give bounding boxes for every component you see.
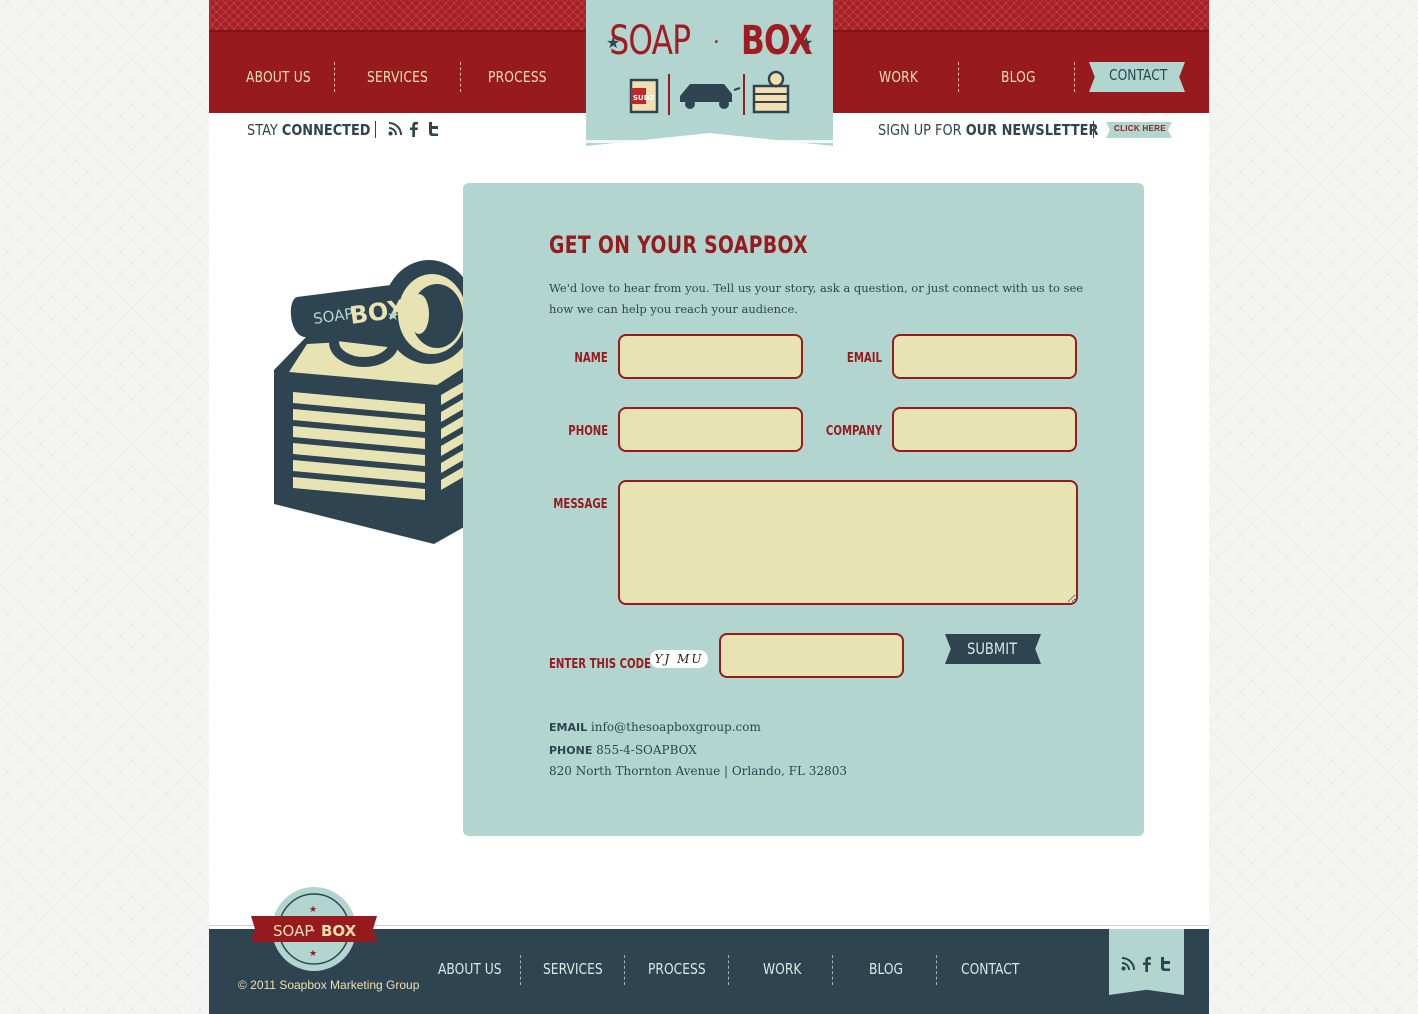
footer-nav-contact[interactable]: CONTACT bbox=[961, 960, 1019, 978]
footer-logo[interactable]: SOAP · BOX ★ ★ bbox=[249, 886, 379, 974]
submit-button[interactable]: SUBMIT bbox=[945, 634, 1041, 664]
footer-nav-divider bbox=[624, 955, 625, 985]
intro-text: We'd love to hear from you. Tell us your… bbox=[549, 281, 1084, 316]
footer-nav-about-us[interactable]: ABOUT US bbox=[438, 960, 502, 978]
email-info-label: EMAIL bbox=[549, 721, 588, 734]
star-icon: ★ bbox=[309, 948, 317, 958]
logo-trim bbox=[586, 140, 833, 143]
captcha-code-field[interactable] bbox=[719, 633, 904, 678]
nav-divider bbox=[334, 62, 335, 92]
logo-word-soap: SOAP bbox=[608, 18, 691, 64]
company-label: COMPANY bbox=[825, 424, 882, 439]
stay-connected-prefix: STAY bbox=[247, 121, 282, 139]
nav-divider bbox=[460, 62, 461, 92]
star-icon: ★ bbox=[309, 904, 317, 914]
twitter-icon[interactable] bbox=[1158, 956, 1172, 972]
logo-wordmark: SOAP · BOX bbox=[586, 18, 833, 64]
email-field[interactable] bbox=[892, 334, 1077, 379]
page: ABOUT US SERVICES PROCESS WORK BLOG CONT… bbox=[209, 0, 1209, 1014]
logo-dot: · bbox=[712, 30, 720, 56]
code-label: ENTER THIS CODE bbox=[549, 657, 652, 672]
nav-process[interactable]: PROCESS bbox=[488, 66, 547, 88]
star-icon: ★ bbox=[387, 307, 400, 323]
soapbox-car-icon bbox=[680, 84, 741, 109]
footer-nav-work[interactable]: WORK bbox=[763, 960, 801, 978]
captcha-image: YJ MU bbox=[650, 650, 708, 668]
divider bbox=[1093, 121, 1094, 138]
twitter-icon[interactable] bbox=[426, 121, 440, 137]
crate-megaphone-icon bbox=[752, 70, 790, 114]
footer-logo-box: BOX bbox=[321, 922, 357, 940]
message-field[interactable] bbox=[618, 480, 1078, 605]
stay-connected-bold: CONNECTED bbox=[281, 121, 371, 139]
contact-email-info: EMAIL info@thesoapboxgroup.com bbox=[549, 720, 761, 734]
divider bbox=[375, 121, 376, 138]
copyright: © 2011 Soapbox Marketing Group bbox=[238, 978, 420, 992]
footer-nav-services[interactable]: SERVICES bbox=[543, 960, 603, 978]
footer-nav-divider bbox=[728, 955, 729, 985]
nav-blog[interactable]: BLOG bbox=[1001, 66, 1036, 88]
newsletter-text: SIGN UP FOR OUR NEWSLETTER bbox=[878, 119, 1098, 141]
nav-work[interactable]: WORK bbox=[879, 66, 918, 88]
newsletter-bold: OUR NEWSLETTER bbox=[965, 121, 1099, 139]
nav-services[interactable]: SERVICES bbox=[367, 66, 428, 88]
nav-about-us[interactable]: ABOUT US bbox=[246, 66, 311, 88]
footer-nav-divider bbox=[832, 955, 833, 985]
email-label: EMAIL bbox=[846, 351, 882, 366]
rss-icon[interactable] bbox=[388, 122, 402, 136]
nav-divider bbox=[1074, 62, 1075, 92]
phone-label: PHONE bbox=[568, 424, 608, 439]
facebook-icon[interactable] bbox=[409, 121, 419, 137]
message-label: MESSAGE bbox=[553, 497, 608, 512]
soap-box-icon: SUDZ bbox=[629, 78, 659, 114]
click-here-label: CLICK HERE bbox=[1114, 124, 1166, 133]
name-field[interactable] bbox=[618, 334, 803, 379]
phone-number: 855-4-SOAPBOX bbox=[596, 743, 697, 757]
footer-logo-dot: · bbox=[311, 922, 316, 940]
company-field[interactable] bbox=[892, 407, 1077, 452]
footer-social-tab bbox=[1109, 929, 1184, 995]
submit-label: SUBMIT bbox=[967, 639, 1018, 658]
nav-contact-label: CONTACT bbox=[1109, 66, 1168, 84]
phone-field[interactable] bbox=[618, 407, 803, 452]
nav-divider bbox=[958, 62, 959, 92]
page-title: GET ON YOUR SOAPBOX bbox=[549, 231, 808, 259]
footer-nav-process[interactable]: PROCESS bbox=[648, 960, 706, 978]
rss-icon[interactable] bbox=[1121, 957, 1135, 971]
footer-nav-blog[interactable]: BLOG bbox=[869, 960, 903, 978]
address-text: 820 North Thornton Avenue | Orlando, FL … bbox=[549, 764, 847, 778]
footer-nav-divider bbox=[520, 955, 521, 985]
contact-form-card: GET ON YOUR SOAPBOX We'd love to hear fr… bbox=[463, 183, 1144, 836]
newsletter-prefix: SIGN UP FOR bbox=[878, 121, 966, 139]
logo-word-box: BOX bbox=[740, 18, 813, 64]
name-label: NAME bbox=[574, 351, 608, 366]
logo-icons: SUDZ bbox=[629, 70, 790, 115]
phone-info-label: PHONE bbox=[549, 744, 593, 757]
newsletter-click-here-button[interactable]: CLICK HERE bbox=[1106, 122, 1172, 138]
contact-phone-info: PHONE 855-4-SOAPBOX bbox=[549, 743, 697, 757]
logo[interactable]: ★ ★ SOAP · BOX SUDZ bbox=[586, 0, 833, 146]
logo-product-label: SUDZ bbox=[633, 94, 655, 102]
nav-contact[interactable]: CONTACT bbox=[1089, 62, 1185, 92]
footer-nav-divider bbox=[936, 955, 937, 985]
facebook-icon[interactable] bbox=[1142, 956, 1152, 972]
email-address-link[interactable]: info@thesoapboxgroup.com bbox=[591, 720, 761, 734]
footer-logo-soap: SOAP bbox=[273, 922, 313, 940]
stay-connected: STAY CONNECTED bbox=[247, 119, 371, 141]
